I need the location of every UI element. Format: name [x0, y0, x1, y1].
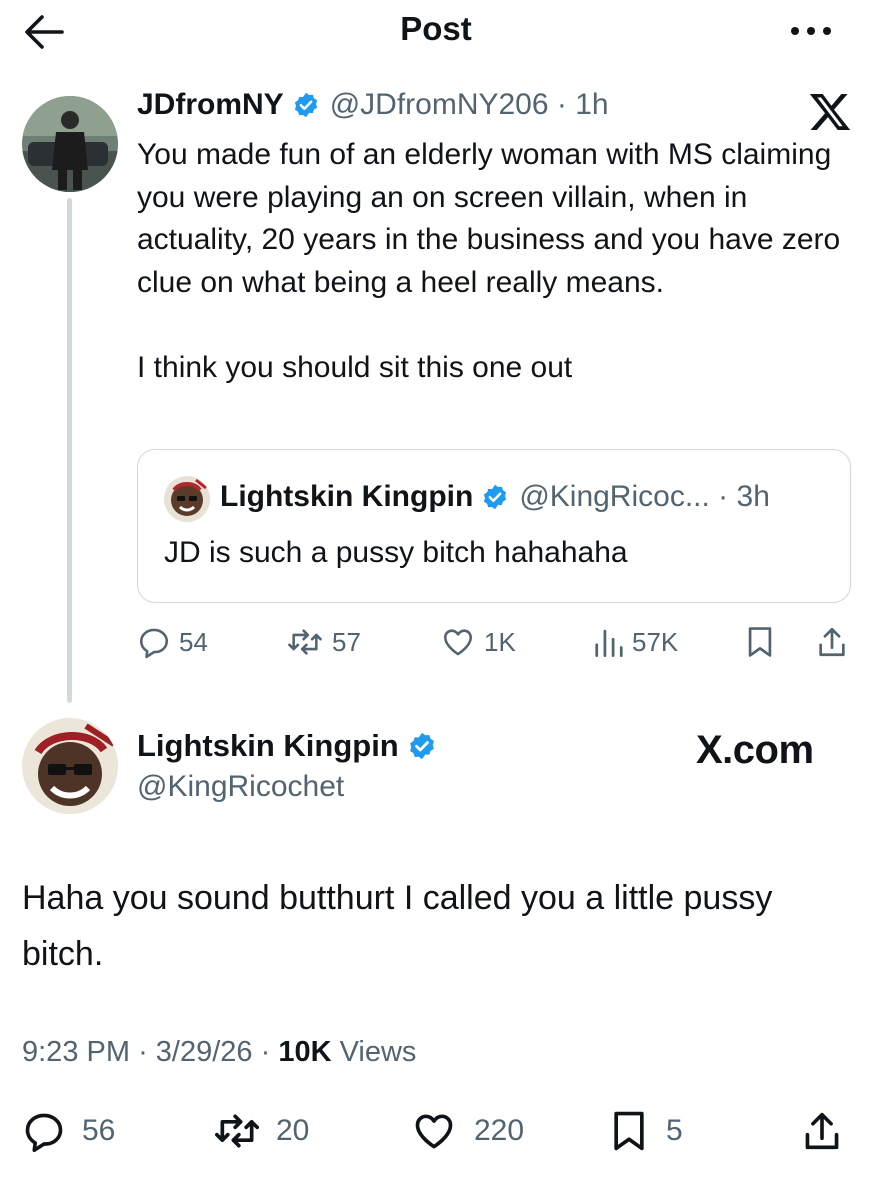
bookmark-button[interactable]: [745, 622, 775, 662]
bookmark-icon: [610, 1109, 648, 1153]
tweet-time[interactable]: 9:23 PM: [22, 1036, 130, 1068]
repost-icon: [212, 1109, 262, 1153]
x-com-watermark: X.com: [696, 728, 814, 772]
share-button[interactable]: [816, 622, 848, 662]
tweet-text: You made fun of an elderly woman with MS…: [137, 138, 841, 384]
verified-badge-icon: [481, 483, 509, 511]
reply-button[interactable]: 56: [22, 1108, 115, 1154]
quoted-tweet-text: JD is such a pussy bitch hahahaha: [164, 536, 628, 569]
quoted-author-name: Lightskin Kingpin: [220, 480, 474, 513]
views-icon: [594, 625, 624, 659]
avatar[interactable]: [22, 96, 118, 192]
bookmark-count: 5: [666, 1114, 683, 1147]
parent-tweet-header: JDfromNY @JDfromNY206 · 1h: [137, 88, 609, 122]
bookmark-icon: [745, 625, 775, 659]
like-count: 220: [474, 1114, 525, 1147]
author-handle[interactable]: @JDfromNY206: [330, 88, 549, 122]
share-icon: [802, 1109, 842, 1153]
tweet-time[interactable]: 1h: [575, 88, 608, 122]
verified-badge-icon: [407, 731, 437, 761]
like-button[interactable]: 220: [410, 1108, 524, 1154]
views-count: 57K: [632, 626, 679, 657]
reply-icon: [137, 625, 171, 659]
views-button[interactable]: 57K: [594, 622, 678, 662]
author-name[interactable]: JDfromNY: [137, 88, 284, 122]
avatar: [164, 476, 210, 522]
reply-button[interactable]: 54: [137, 622, 208, 662]
separator-dot: ·: [709, 480, 737, 513]
repost-icon: [286, 625, 324, 659]
verified-badge-icon: [292, 91, 320, 119]
like-button[interactable]: 1K: [440, 622, 516, 662]
tweet-meta: 9:23 PM · 3/29/26 · 10K Views: [22, 1036, 416, 1069]
repost-count: 57: [332, 626, 361, 657]
views-label: Views: [339, 1036, 417, 1068]
quoted-tweet-header: Lightskin Kingpin @KingRicoc... · 3h: [220, 480, 770, 514]
tweet-text: Haha you sound butthurt I called you a l…: [22, 879, 773, 973]
share-button[interactable]: [802, 1108, 842, 1154]
reply-count: 54: [179, 626, 208, 657]
like-icon: [410, 1109, 458, 1153]
quoted-author-handle: @KingRicoc...: [519, 480, 710, 513]
repost-button[interactable]: 57: [286, 622, 361, 662]
page-title: Post: [400, 10, 472, 47]
thread-line: [67, 198, 72, 703]
share-icon: [816, 625, 848, 659]
separator-dot: ·: [548, 88, 576, 121]
bookmark-button[interactable]: 5: [610, 1108, 683, 1154]
tweet-date[interactable]: 3/29/26: [156, 1036, 253, 1068]
avatar[interactable]: [22, 718, 118, 814]
repost-button[interactable]: 20: [212, 1108, 309, 1154]
like-icon: [440, 625, 476, 659]
x-logo-icon: [808, 90, 852, 134]
reply-icon: [22, 1109, 66, 1153]
repost-count: 20: [276, 1114, 310, 1147]
quoted-tweet-time: 3h: [736, 480, 770, 513]
author-name[interactable]: Lightskin Kingpin: [137, 728, 399, 764]
views-count: 10K: [278, 1036, 332, 1068]
separator-dot: ·: [260, 1036, 279, 1068]
main-tweet-header: Lightskin Kingpin: [137, 728, 447, 764]
more-icon[interactable]: [786, 14, 836, 48]
author-handle[interactable]: @KingRicochet: [137, 770, 344, 804]
quoted-tweet[interactable]: Lightskin Kingpin @KingRicoc... · 3h JD …: [137, 449, 851, 603]
reply-count: 56: [82, 1114, 116, 1147]
separator-dot: ·: [138, 1036, 156, 1068]
like-count: 1K: [484, 626, 516, 657]
